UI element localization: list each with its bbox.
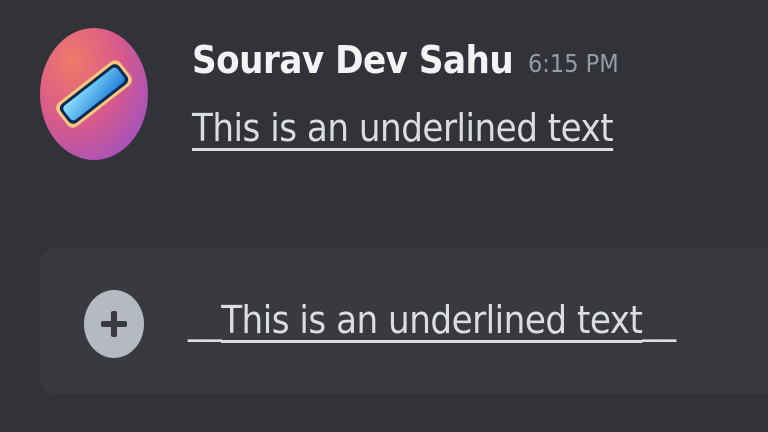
composer-text: This is an underlined text	[221, 298, 643, 342]
message-timestamp: 6:15 PM	[528, 49, 619, 78]
message-text: This is an underlined text	[192, 106, 614, 150]
composer-prefix: __	[188, 298, 222, 342]
composer-suffix: __	[642, 298, 676, 342]
user-avatar[interactable]	[40, 28, 148, 160]
chat-message: Sourav Dev Sahu 6:15 PM This is an under…	[0, 0, 768, 240]
plus-bar-vertical	[111, 311, 117, 337]
plus-circle-icon[interactable]	[84, 290, 144, 358]
message-input[interactable]: __This is an underlined text__	[188, 294, 676, 350]
phone-icon	[56, 60, 132, 128]
message-author[interactable]: Sourav Dev Sahu	[192, 36, 514, 84]
